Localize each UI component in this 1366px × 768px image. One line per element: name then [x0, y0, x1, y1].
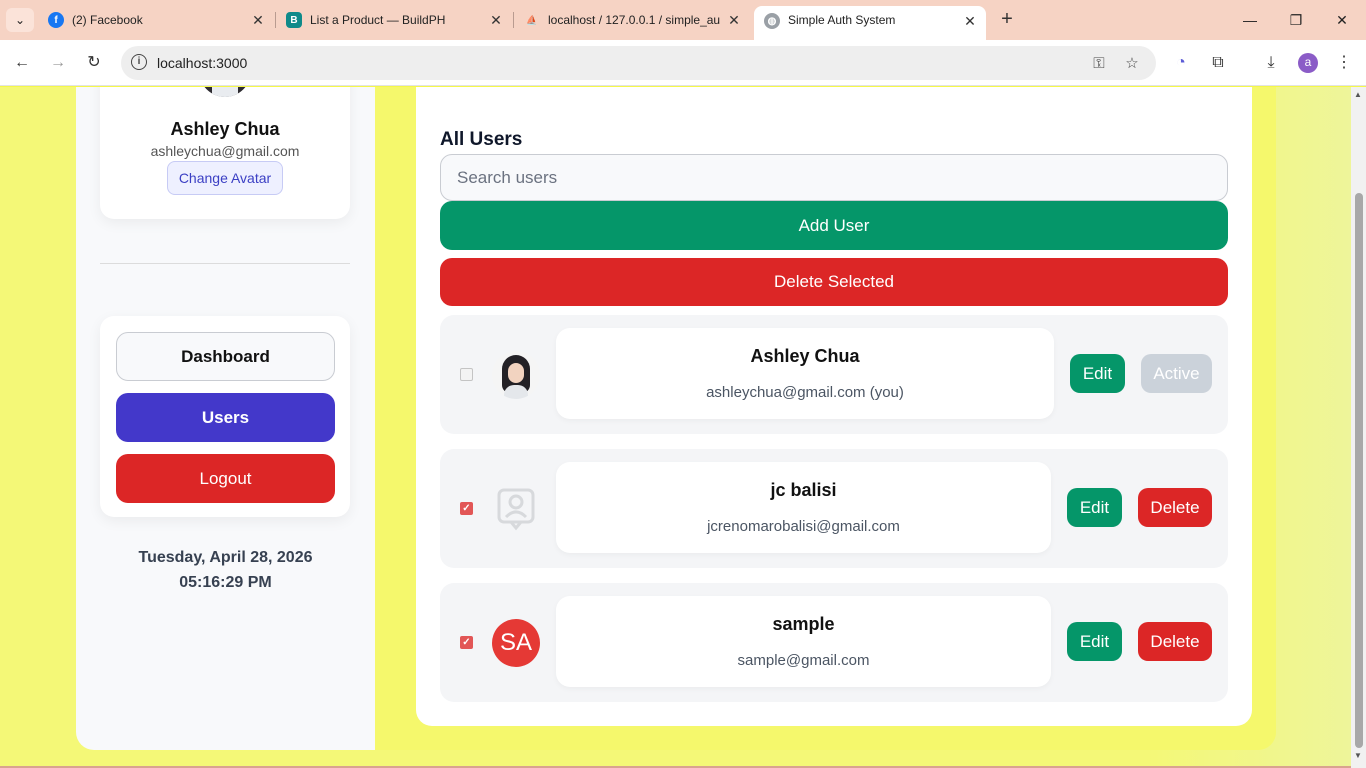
edit-button[interactable]: Edit	[1067, 622, 1122, 661]
tab-search-chevron-icon[interactable]: ⌄	[6, 8, 34, 32]
close-tab-icon[interactable]: ✕	[248, 12, 268, 29]
user-row: ✓ jc balisi jcrenomarobalisi@gmail.com E…	[440, 449, 1228, 568]
tab-facebook[interactable]: f (2) Facebook ✕	[38, 6, 274, 34]
url-text[interactable]: localhost:3000	[157, 55, 247, 71]
user-avatar	[492, 351, 540, 399]
user-avatar-initials: SA	[492, 619, 540, 667]
tab-simple-auth[interactable]: ◍ Simple Auth System ✕	[754, 6, 986, 40]
edit-button[interactable]: Edit	[1070, 354, 1125, 393]
tab-title: List a Product — BuildPH	[310, 13, 446, 27]
globe-icon: ◍	[764, 13, 780, 29]
search-input[interactable]	[440, 154, 1228, 201]
select-checkbox[interactable]: ✓	[460, 636, 473, 649]
user-name: sample	[772, 614, 835, 634]
user-row: ✓ SA sample sample@gmail.com Edit Delete	[440, 583, 1228, 702]
scroll-up-icon[interactable]: ▲	[1354, 90, 1362, 99]
app-shell: Ashley Chua ashleychua@gmail.com Change …	[76, 87, 1276, 750]
close-window-icon[interactable]: ✕	[1322, 6, 1362, 34]
browser-toolbar: ← → ↻ i localhost:3000 ⚿ ☆ ◔ ⧉ ⤓ a ⋮	[0, 40, 1366, 86]
restore-icon[interactable]: ❐	[1276, 6, 1316, 34]
user-info-card: Ashley Chua ashleychua@gmail.com (you)	[556, 328, 1054, 419]
user-info-card: jc balisi jcrenomarobalisi@gmail.com	[556, 462, 1051, 553]
user-name: Ashley Chua	[750, 346, 860, 366]
sidebar: Ashley Chua ashleychua@gmail.com Change …	[76, 87, 375, 750]
tab-title: Simple Auth System	[788, 13, 896, 27]
scrollbar-thumb[interactable]	[1355, 193, 1363, 748]
user-email: jcrenomarobalisi@gmail.com	[707, 518, 900, 535]
profile-avatar-image	[199, 87, 251, 97]
select-checkbox[interactable]	[460, 368, 473, 381]
user-name: jc balisi	[770, 480, 837, 500]
user-row: Ashley Chua ashleychua@gmail.com (you) E…	[440, 315, 1228, 434]
tab-buildph[interactable]: B List a Product — BuildPH ✕	[276, 6, 512, 34]
user-placeholder-icon	[496, 487, 536, 531]
sidebar-divider	[100, 263, 350, 264]
add-user-button[interactable]: Add User	[440, 201, 1228, 250]
back-icon[interactable]: ←	[8, 49, 36, 77]
profile-name: Ashley Chua	[170, 119, 280, 139]
buildph-icon: B	[286, 12, 302, 28]
users-panel: All Users Add User Delete Selected Ashle…	[416, 87, 1252, 726]
close-tab-icon[interactable]: ✕	[486, 12, 506, 29]
forward-icon[interactable]: →	[44, 49, 72, 77]
current-date: Tuesday, April 28, 2026	[138, 549, 313, 566]
phpmyadmin-icon: ⛵	[526, 14, 538, 25]
profile-card: Ashley Chua ashleychua@gmail.com Change …	[100, 87, 350, 219]
nav-card: Dashboard Users Logout	[100, 316, 350, 517]
page-scrollbar[interactable]: ▲ ▼	[1351, 87, 1366, 768]
scroll-down-icon[interactable]: ▼	[1354, 751, 1362, 760]
select-checkbox[interactable]: ✓	[460, 502, 473, 515]
bookmark-star-icon[interactable]: ☆	[1122, 54, 1142, 74]
minimize-icon[interactable]: —	[1230, 6, 1270, 34]
download-icon[interactable]: ⤓	[1260, 52, 1282, 74]
facebook-icon: f	[48, 12, 64, 28]
edit-button[interactable]: Edit	[1067, 488, 1122, 527]
tab-bar: ⌄ f (2) Facebook ✕ B List a Product — Bu…	[0, 0, 1366, 40]
main-content: All Users Add User Delete Selected Ashle…	[375, 87, 1276, 750]
tab-title: (2) Facebook	[72, 13, 143, 27]
profile-avatar[interactable]: a	[1298, 53, 1318, 73]
address-bar[interactable]: i localhost:3000 ⚿ ☆	[121, 46, 1156, 80]
site-info-icon[interactable]: i	[131, 54, 147, 70]
logout-button[interactable]: Logout	[116, 454, 335, 503]
user-email: sample@gmail.com	[737, 652, 870, 669]
delete-button[interactable]: Delete	[1138, 488, 1212, 527]
active-status-badge: Active	[1141, 354, 1212, 393]
close-tab-icon[interactable]: ✕	[724, 12, 744, 29]
extension-c-icon[interactable]: ◔	[1170, 52, 1192, 74]
password-key-icon[interactable]: ⚿	[1089, 54, 1109, 74]
tab-title: localhost / 127.0.0.1 / simple_au	[548, 13, 721, 27]
reload-icon[interactable]: ↻	[80, 49, 108, 77]
profile-email: ashleychua@gmail.com	[150, 143, 300, 159]
user-info-card: sample sample@gmail.com	[556, 596, 1051, 687]
user-email: ashleychua@gmail.com (you)	[706, 384, 904, 401]
new-tab-icon[interactable]: +	[996, 8, 1018, 32]
tab-phpmyadmin[interactable]: ⛵ localhost / 127.0.0.1 / simple_au ✕	[514, 6, 750, 34]
page-title: All Users	[440, 129, 523, 150]
close-tab-icon[interactable]: ✕	[960, 13, 980, 30]
change-avatar-button[interactable]: Change Avatar	[167, 161, 283, 195]
extensions-puzzle-icon[interactable]: ⧉	[1207, 52, 1229, 74]
sidebar-item-dashboard[interactable]: Dashboard	[116, 332, 335, 381]
sidebar-item-users[interactable]: Users	[116, 393, 335, 442]
current-time: 05:16:29 PM	[179, 574, 272, 591]
delete-button[interactable]: Delete	[1138, 622, 1212, 661]
more-menu-icon[interactable]: ⋮	[1333, 52, 1355, 74]
delete-selected-button[interactable]: Delete Selected	[440, 258, 1228, 306]
page-viewport: Ashley Chua ashleychua@gmail.com Change …	[0, 87, 1351, 768]
